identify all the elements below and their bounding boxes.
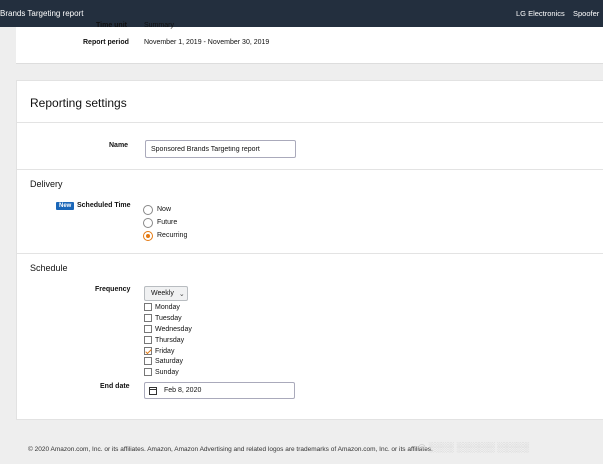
- watermark: ◎ ░░░░ ░░░░░░ ░░░░░: [418, 442, 530, 452]
- checkbox[interactable]: [144, 357, 152, 365]
- report-period-value: November 1, 2019 - November 30, 2019: [144, 39, 270, 46]
- footer-text: © 2020 Amazon.com, Inc. or its affiliate…: [28, 446, 433, 453]
- radio-label: Now: [157, 206, 172, 213]
- radio-label: Future: [157, 219, 178, 226]
- chevron-down-icon: ⌄: [178, 290, 185, 298]
- day-label: Tuesday: [155, 314, 182, 322]
- checkbox[interactable]: [144, 368, 152, 376]
- checkbox[interactable]: [144, 336, 152, 344]
- frequency-select[interactable]: Weekly ⌄: [144, 286, 188, 301]
- checkbox[interactable]: [144, 303, 152, 311]
- advertiser-name[interactable]: LG Electronics: [516, 9, 565, 18]
- day-label: Sunday: [155, 368, 179, 376]
- user-name[interactable]: Spoofer: [573, 9, 599, 18]
- report-name-input[interactable]: [145, 140, 296, 158]
- radio-now[interactable]: Now: [143, 204, 171, 215]
- frequency-label: Frequency: [95, 286, 131, 293]
- time-unit-label: Time unit: [96, 22, 127, 29]
- divider: [17, 122, 603, 123]
- calendar-icon[interactable]: [149, 386, 157, 395]
- delivery-title: Delivery: [30, 179, 63, 189]
- report-info-card: Time unit Summary Report period November…: [16, 22, 603, 64]
- frequency-value: Weekly: [151, 290, 174, 297]
- radio-recurring[interactable]: Recurring: [143, 230, 187, 241]
- end-date-input[interactable]: Feb 8, 2020: [144, 382, 295, 399]
- day-checkbox-saturday[interactable]: Saturday: [144, 356, 183, 366]
- day-checkbox-monday[interactable]: Monday: [144, 302, 180, 312]
- day-label: Wednesday: [155, 325, 192, 333]
- divider: [17, 253, 603, 254]
- divider: [17, 169, 603, 170]
- radio-button[interactable]: [143, 217, 153, 228]
- scheduled-time-label: Scheduled Time: [77, 202, 131, 209]
- time-unit-value: Summary: [144, 22, 174, 29]
- name-label: Name: [109, 142, 129, 149]
- report-period-label: Report period: [83, 39, 129, 46]
- reporting-settings-card: Reporting settings Name Delivery New Sch…: [16, 80, 603, 420]
- day-checkbox-friday[interactable]: Friday: [144, 346, 174, 356]
- end-date-value: Feb 8, 2020: [164, 387, 202, 394]
- end-date-label: End date: [100, 383, 130, 390]
- day-label: Thursday: [155, 336, 185, 344]
- day-label: Monday: [155, 303, 180, 311]
- new-badge: New: [56, 202, 75, 210]
- day-label: Saturday: [155, 357, 184, 365]
- schedule-title: Schedule: [30, 263, 68, 273]
- day-label: Friday: [155, 347, 175, 355]
- radio-label: Recurring: [157, 232, 188, 239]
- day-checkbox-thursday[interactable]: Thursday: [144, 335, 184, 345]
- radio-button[interactable]: [143, 204, 153, 215]
- page-title: Brands Targeting report: [0, 9, 84, 18]
- checkbox[interactable]: [144, 325, 152, 333]
- radio-future[interactable]: Future: [143, 217, 177, 228]
- reporting-settings-title: Reporting settings: [30, 96, 127, 110]
- top-bar: Brands Targeting report LG Electronics S…: [0, 0, 603, 27]
- day-checkbox-wednesday[interactable]: Wednesday: [144, 324, 192, 334]
- checkbox-checked[interactable]: [144, 347, 152, 355]
- checkbox[interactable]: [144, 314, 152, 322]
- day-checkbox-tuesday[interactable]: Tuesday: [144, 313, 182, 323]
- radio-button-selected[interactable]: [143, 230, 153, 241]
- day-checkbox-sunday[interactable]: Sunday: [144, 367, 179, 377]
